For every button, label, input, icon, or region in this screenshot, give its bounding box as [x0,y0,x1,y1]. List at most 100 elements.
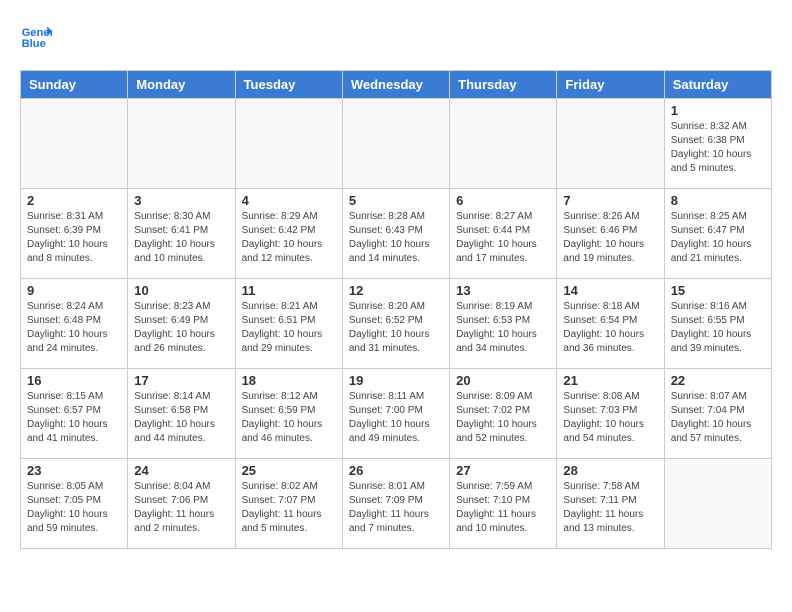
calendar-cell: 24 Sunrise: 8:04 AM Sunset: 7:06 PM Dayli… [128,459,235,549]
day-info: Sunrise: 8:31 AM Sunset: 6:39 PM Dayligh… [27,210,121,266]
day-number: 5 [349,193,443,208]
calendar-cell: 19 Sunrise: 8:11 AM Sunset: 7:00 PM Dayli… [342,369,449,459]
day-number: 19 [349,373,443,388]
day-info: Sunrise: 8:11 AM Sunset: 7:00 PM Dayligh… [349,390,443,446]
day-info: Sunrise: 8:19 AM Sunset: 6:53 PM Dayligh… [456,300,550,356]
calendar-cell: 10 Sunrise: 8:23 AM Sunset: 6:49 PM Dayli… [128,279,235,369]
calendar-cell: 11 Sunrise: 8:21 AM Sunset: 6:51 PM Dayli… [235,279,342,369]
day-info: Sunrise: 8:05 AM Sunset: 7:05 PM Dayligh… [27,480,121,536]
calendar-cell: 16 Sunrise: 8:15 AM Sunset: 6:57 PM Dayli… [21,369,128,459]
day-number: 6 [456,193,550,208]
header-thursday: Thursday [450,71,557,99]
day-info: Sunrise: 8:09 AM Sunset: 7:02 PM Dayligh… [456,390,550,446]
day-number: 14 [563,283,657,298]
day-info: Sunrise: 8:01 AM Sunset: 7:09 PM Dayligh… [349,480,443,536]
calendar-cell [664,459,771,549]
day-number: 18 [242,373,336,388]
day-number: 17 [134,373,228,388]
logo: General Blue [20,20,56,52]
day-number: 16 [27,373,121,388]
day-number: 10 [134,283,228,298]
day-info: Sunrise: 8:29 AM Sunset: 6:42 PM Dayligh… [242,210,336,266]
logo-icon: General Blue [20,20,52,52]
day-info: Sunrise: 8:12 AM Sunset: 6:59 PM Dayligh… [242,390,336,446]
calendar-cell: 21 Sunrise: 8:08 AM Sunset: 7:03 PM Dayli… [557,369,664,459]
day-number: 1 [671,103,765,118]
week-row-0: 1 Sunrise: 8:32 AM Sunset: 6:38 PM Daylig… [21,99,772,189]
calendar-cell: 27 Sunrise: 7:59 AM Sunset: 7:10 PM Dayli… [450,459,557,549]
calendar-cell [342,99,449,189]
calendar-cell: 3 Sunrise: 8:30 AM Sunset: 6:41 PM Daylig… [128,189,235,279]
day-number: 3 [134,193,228,208]
day-number: 21 [563,373,657,388]
calendar-cell: 6 Sunrise: 8:27 AM Sunset: 6:44 PM Daylig… [450,189,557,279]
day-info: Sunrise: 8:26 AM Sunset: 6:46 PM Dayligh… [563,210,657,266]
day-info: Sunrise: 8:20 AM Sunset: 6:52 PM Dayligh… [349,300,443,356]
day-info: Sunrise: 8:21 AM Sunset: 6:51 PM Dayligh… [242,300,336,356]
calendar-cell: 9 Sunrise: 8:24 AM Sunset: 6:48 PM Daylig… [21,279,128,369]
calendar-cell [557,99,664,189]
calendar-cell: 17 Sunrise: 8:14 AM Sunset: 6:58 PM Dayli… [128,369,235,459]
calendar-cell: 28 Sunrise: 7:58 AM Sunset: 7:11 PM Dayli… [557,459,664,549]
day-info: Sunrise: 8:07 AM Sunset: 7:04 PM Dayligh… [671,390,765,446]
header-sunday: Sunday [21,71,128,99]
calendar-cell: 15 Sunrise: 8:16 AM Sunset: 6:55 PM Dayli… [664,279,771,369]
day-info: Sunrise: 8:23 AM Sunset: 6:49 PM Dayligh… [134,300,228,356]
day-info: Sunrise: 8:02 AM Sunset: 7:07 PM Dayligh… [242,480,336,536]
day-number: 7 [563,193,657,208]
header-wednesday: Wednesday [342,71,449,99]
calendar-cell: 7 Sunrise: 8:26 AM Sunset: 6:46 PM Daylig… [557,189,664,279]
day-info: Sunrise: 8:30 AM Sunset: 6:41 PM Dayligh… [134,210,228,266]
day-info: Sunrise: 7:59 AM Sunset: 7:10 PM Dayligh… [456,480,550,536]
svg-text:Blue: Blue [22,38,46,50]
day-number: 28 [563,463,657,478]
calendar-cell [235,99,342,189]
week-row-1: 2 Sunrise: 8:31 AM Sunset: 6:39 PM Daylig… [21,189,772,279]
calendar-cell: 8 Sunrise: 8:25 AM Sunset: 6:47 PM Daylig… [664,189,771,279]
calendar-cell: 25 Sunrise: 8:02 AM Sunset: 7:07 PM Dayli… [235,459,342,549]
day-info: Sunrise: 8:04 AM Sunset: 7:06 PM Dayligh… [134,480,228,536]
day-info: Sunrise: 8:15 AM Sunset: 6:57 PM Dayligh… [27,390,121,446]
calendar-cell: 20 Sunrise: 8:09 AM Sunset: 7:02 PM Dayli… [450,369,557,459]
day-info: Sunrise: 8:32 AM Sunset: 6:38 PM Dayligh… [671,120,765,176]
calendar: SundayMondayTuesdayWednesdayThursdayFrid… [20,70,772,549]
calendar-cell: 2 Sunrise: 8:31 AM Sunset: 6:39 PM Daylig… [21,189,128,279]
calendar-cell [128,99,235,189]
day-info: Sunrise: 7:58 AM Sunset: 7:11 PM Dayligh… [563,480,657,536]
calendar-cell [21,99,128,189]
header-tuesday: Tuesday [235,71,342,99]
calendar-cell [450,99,557,189]
day-info: Sunrise: 8:27 AM Sunset: 6:44 PM Dayligh… [456,210,550,266]
calendar-cell: 13 Sunrise: 8:19 AM Sunset: 6:53 PM Dayli… [450,279,557,369]
day-number: 9 [27,283,121,298]
day-number: 20 [456,373,550,388]
day-number: 27 [456,463,550,478]
calendar-cell: 26Sunrise: 8:01 AM Sunset: 7:09 PM Dayli… [342,459,449,549]
day-number: 11 [242,283,336,298]
day-number: 13 [456,283,550,298]
calendar-cell: 12 Sunrise: 8:20 AM Sunset: 6:52 PM Dayli… [342,279,449,369]
calendar-cell: 23Sunrise: 8:05 AM Sunset: 7:05 PM Dayli… [21,459,128,549]
day-number: 15 [671,283,765,298]
day-number: 12 [349,283,443,298]
calendar-cell: 22Sunrise: 8:07 AM Sunset: 7:04 PM Dayli… [664,369,771,459]
day-number: 24 [134,463,228,478]
day-info: Sunrise: 8:24 AM Sunset: 6:48 PM Dayligh… [27,300,121,356]
header-monday: Monday [128,71,235,99]
calendar-cell: 14Sunrise: 8:18 AM Sunset: 6:54 PM Dayli… [557,279,664,369]
day-number: 4 [242,193,336,208]
header-friday: Friday [557,71,664,99]
day-info: Sunrise: 8:16 AM Sunset: 6:55 PM Dayligh… [671,300,765,356]
header-saturday: Saturday [664,71,771,99]
day-info: Sunrise: 8:28 AM Sunset: 6:43 PM Dayligh… [349,210,443,266]
calendar-cell: 5 Sunrise: 8:28 AM Sunset: 6:43 PM Daylig… [342,189,449,279]
week-row-2: 9 Sunrise: 8:24 AM Sunset: 6:48 PM Daylig… [21,279,772,369]
calendar-cell: 4 Sunrise: 8:29 AM Sunset: 6:42 PM Daylig… [235,189,342,279]
day-info: Sunrise: 8:25 AM Sunset: 6:47 PM Dayligh… [671,210,765,266]
calendar-cell: 18 Sunrise: 8:12 AM Sunset: 6:59 PM Dayli… [235,369,342,459]
day-number: 2 [27,193,121,208]
day-number: 8 [671,193,765,208]
day-info: Sunrise: 8:14 AM Sunset: 6:58 PM Dayligh… [134,390,228,446]
day-number: 25 [242,463,336,478]
day-info: Sunrise: 8:08 AM Sunset: 7:03 PM Dayligh… [563,390,657,446]
